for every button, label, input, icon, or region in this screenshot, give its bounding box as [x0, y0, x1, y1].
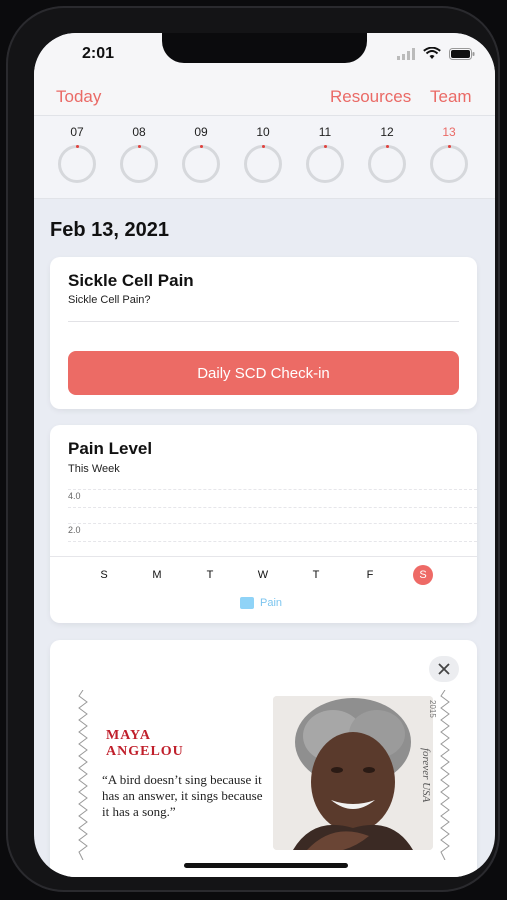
- stamp-name-line: MAYA: [106, 728, 151, 743]
- stamp-year: 2015: [428, 700, 437, 718]
- wifi-icon: [423, 47, 441, 59]
- day-progress-ring: [58, 145, 96, 183]
- day-number: 11: [318, 125, 332, 139]
- pain-card-subtitle: This Week: [68, 463, 120, 475]
- legend-label: Pain: [260, 597, 283, 609]
- stamp-signature: forever USA: [420, 748, 432, 803]
- stamp-quote: “A bird doesn’t sing because it has an a…: [102, 772, 263, 819]
- nav-resources-link[interactable]: Resources: [330, 87, 411, 107]
- checkin-card-subtitle: Sickle Cell Pain?: [68, 294, 151, 306]
- day-number: 08: [132, 125, 146, 139]
- week-strip: 07 08 09 10 11 12 13: [34, 115, 495, 199]
- x-tick-label: W: [257, 569, 269, 581]
- day-progress-ring: [306, 145, 344, 183]
- checkin-card: Sickle Cell Pain Sickle Cell Pain? Daily…: [50, 257, 477, 409]
- close-icon: [438, 663, 450, 675]
- stamp-perforation: [78, 690, 88, 860]
- day-number: 10: [256, 125, 270, 139]
- day-item-selected[interactable]: 13: [426, 125, 472, 183]
- stamp-name-line: ANGELOU: [106, 744, 184, 759]
- x-tick-label: T: [206, 569, 214, 581]
- phone-frame: 2:01 Today Resources Team 07 08 09 10 11…: [6, 6, 500, 892]
- day-item[interactable]: 07: [54, 125, 100, 183]
- pain-level-card: Pain Level This Week 4.0 2.0 S M T W T F…: [50, 425, 477, 623]
- pain-card-title: Pain Level: [68, 439, 153, 458]
- stamp-image: MAYA ANGELOU “A bird doesn’t sing becaus…: [78, 690, 450, 860]
- day-item[interactable]: 10: [240, 125, 286, 183]
- day-item[interactable]: 11: [302, 125, 348, 183]
- portrait-photo: [273, 696, 433, 850]
- daily-checkin-button[interactable]: Daily SCD Check-in: [68, 351, 459, 395]
- battery-icon: [449, 47, 475, 60]
- stamp-name: MAYA ANGELOU: [106, 728, 184, 760]
- x-tick-label: M: [152, 569, 162, 581]
- day-progress-ring: [182, 145, 220, 183]
- day-number: 12: [380, 125, 394, 139]
- day-number: 13: [442, 125, 456, 139]
- stamp-perforation: [440, 690, 450, 860]
- checkin-card-title: Sickle Cell Pain: [68, 271, 194, 290]
- day-item[interactable]: 08: [116, 125, 162, 183]
- x-tick-label: T: [312, 569, 320, 581]
- nav-today-link[interactable]: Today: [56, 87, 101, 107]
- day-progress-ring: [368, 145, 406, 183]
- day-number: 07: [70, 125, 84, 139]
- signal-icon: [397, 47, 415, 60]
- chart-gridline: [68, 507, 477, 509]
- page-title: Feb 13, 2021: [50, 219, 169, 241]
- day-item[interactable]: 12: [364, 125, 410, 183]
- status-time: 2:01: [82, 45, 115, 62]
- legend-swatch: [240, 597, 254, 609]
- x-tick-label: S: [100, 569, 108, 581]
- portrait-illustration: [273, 696, 433, 850]
- device-notch: [162, 33, 367, 63]
- chart-gridline: [68, 523, 477, 525]
- x-tick-label-selected[interactable]: S: [413, 565, 433, 585]
- divider: [68, 321, 459, 322]
- chart-gridline: [68, 489, 477, 491]
- top-nav: Today Resources Team: [34, 79, 495, 115]
- chart-legend: Pain: [240, 597, 282, 609]
- nav-team-link[interactable]: Team: [430, 87, 472, 107]
- x-tick-label: F: [366, 569, 374, 581]
- day-item[interactable]: 09: [178, 125, 224, 183]
- app-screen: 2:01 Today Resources Team 07 08 09 10 11…: [34, 33, 495, 877]
- quote-card: MAYA ANGELOU “A bird doesn’t sing becaus…: [50, 640, 477, 877]
- home-indicator[interactable]: [184, 863, 348, 868]
- status-icons: [397, 47, 475, 60]
- close-button[interactable]: [429, 656, 459, 682]
- chart-x-axis: [50, 556, 477, 557]
- day-progress-ring: [244, 145, 282, 183]
- day-number: 09: [194, 125, 208, 139]
- y-tick-label: 2.0: [68, 525, 81, 535]
- chart-gridline: [68, 541, 477, 543]
- day-progress-ring: [430, 145, 468, 183]
- day-progress-ring: [120, 145, 158, 183]
- y-tick-label: 4.0: [68, 491, 81, 501]
